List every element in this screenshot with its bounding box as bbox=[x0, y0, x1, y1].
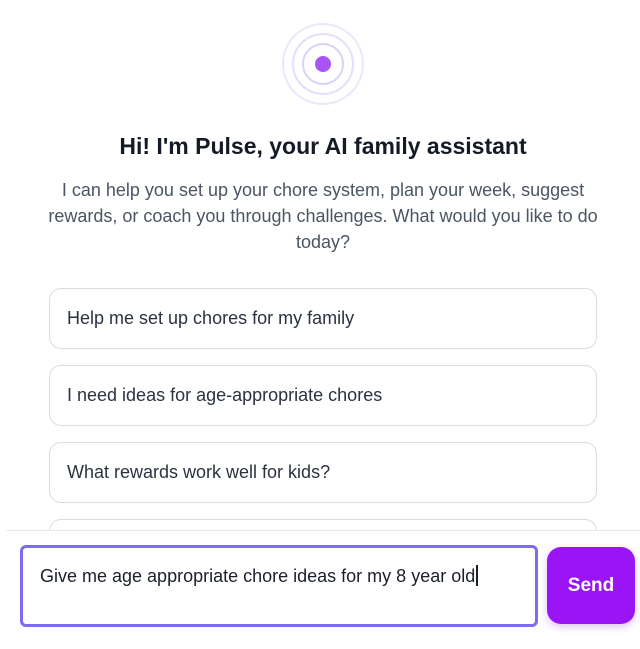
message-input-text: Give me age appropriate chore ideas for … bbox=[40, 566, 476, 586]
chat-app: Hi! I'm Pulse, your AI family assistant … bbox=[0, 0, 640, 649]
suggestion-rewards[interactable]: What rewards work well for kids? bbox=[49, 442, 597, 503]
message-input[interactable]: Give me age appropriate chore ideas for … bbox=[20, 545, 538, 627]
suggestion-age-appropriate-chores[interactable]: I need ideas for age-appropriate chores bbox=[49, 365, 597, 426]
send-button[interactable]: Send bbox=[547, 547, 635, 624]
text-caret bbox=[476, 565, 478, 586]
composer-divider bbox=[6, 530, 640, 531]
suggestion-list: Help me set up chores for my family I ne… bbox=[0, 0, 640, 531]
suggestion-setup-chores[interactable]: Help me set up chores for my family bbox=[49, 288, 597, 349]
